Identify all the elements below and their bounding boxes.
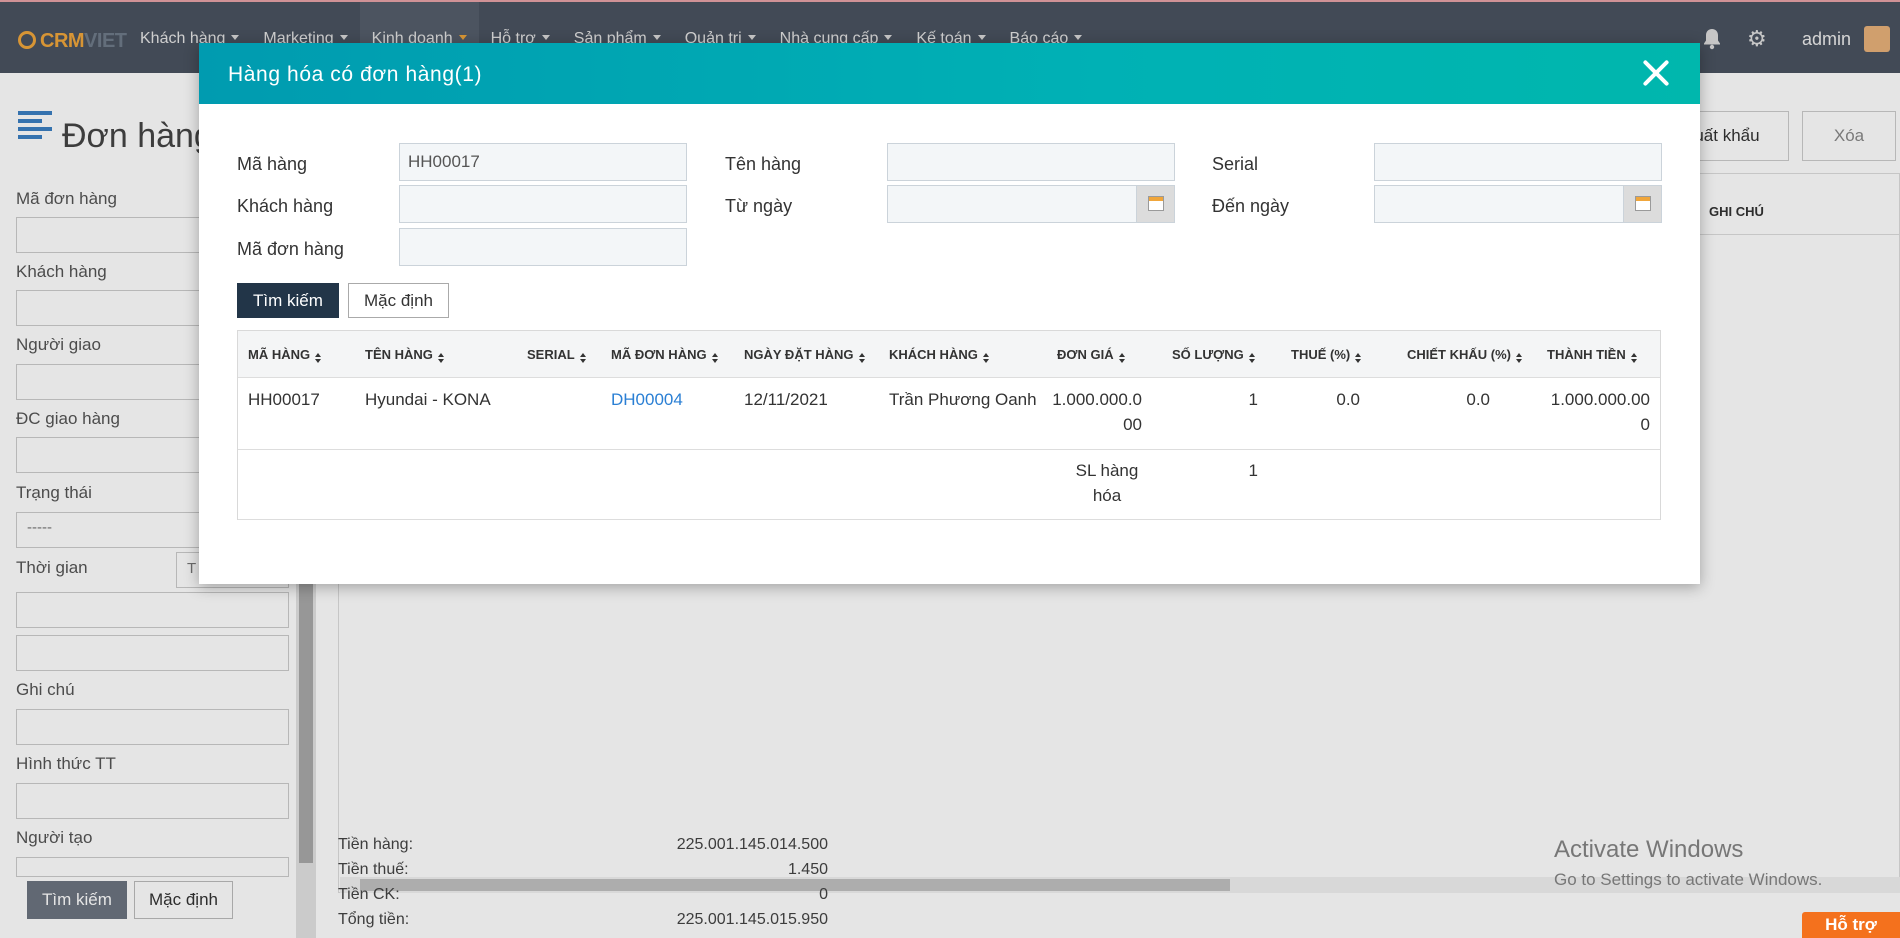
cell-so-luong: 1 [1248, 390, 1258, 409]
search-button[interactable]: Tìm kiếm [237, 283, 339, 318]
label-ten-hang: Tên hàng [725, 154, 802, 174]
input-ma-hang[interactable] [399, 143, 687, 181]
col-thanh-tien[interactable]: THÀNH TIỀN [1547, 331, 1637, 378]
input-den-ngay[interactable] [1374, 185, 1662, 223]
col-ngay-dat-hang[interactable]: NGÀY ĐẶT HÀNG [744, 331, 865, 378]
modal-header: Hàng hóa có đơn hàng(1) [199, 43, 1700, 104]
label-den-ngay: Đến ngày [1212, 196, 1290, 216]
col-don-gia[interactable]: ĐƠN GIÁ [1057, 331, 1125, 378]
label-khach-hang: Khách hàng [237, 196, 334, 216]
col-ma-hang[interactable]: MÃ HÀNG [248, 331, 322, 378]
cell-ma-hang: HH00017 [248, 390, 320, 409]
col-ten-hang[interactable]: TÊN HÀNG [365, 331, 444, 378]
col-ma-don-hang[interactable]: MÃ ĐƠN HÀNG [611, 331, 718, 378]
windows-activation-watermark: Activate Windows Go to Settings to activ… [1554, 836, 1823, 889]
col-so-luong[interactable]: SỐ LƯỢNG [1172, 331, 1255, 378]
cell-don-gia: 1.000.000.0 00 [1052, 390, 1142, 434]
summary-label: SL hàng hóa [1075, 461, 1139, 505]
modal-title: Hàng hóa có đơn hàng(1) [228, 63, 483, 86]
default-button[interactable]: Mặc định [348, 283, 449, 318]
cell-ma-don-hang-link[interactable]: DH00004 [611, 387, 683, 412]
support-button[interactable]: Hỗ trợ [1802, 912, 1900, 938]
col-chiet-khau[interactable]: CHIẾT KHẤU (%) [1407, 331, 1522, 378]
cell-chiet-khau: 0.0 [1466, 390, 1490, 409]
label-ma-don-hang: Mã đơn hàng [237, 239, 344, 259]
label-ma-hang: Mã hàng [237, 154, 308, 174]
results-table: MÃ HÀNG TÊN HÀNG SERIAL MÃ ĐƠN HÀNG NGÀY… [237, 330, 1661, 520]
cell-thue: 0.0 [1336, 390, 1360, 409]
cell-ngay-dat-hang: 12/11/2021 [744, 390, 828, 409]
calendar-icon[interactable] [1623, 186, 1661, 222]
close-icon[interactable] [1640, 57, 1672, 89]
input-khach-hang[interactable] [399, 185, 687, 223]
cell-khach-hang: Trần Phương Oanh [889, 390, 1037, 409]
summary-value: 1 [1248, 461, 1258, 480]
col-serial[interactable]: SERIAL [527, 331, 586, 378]
products-with-orders-modal: Hàng hóa có đơn hàng(1) Mã hàng Tên hàng… [199, 43, 1700, 584]
input-serial[interactable] [1374, 143, 1662, 181]
calendar-icon[interactable] [1136, 186, 1174, 222]
col-thue[interactable]: THUẾ (%) [1291, 331, 1362, 378]
input-ten-hang[interactable] [887, 143, 1175, 181]
col-khach-hang[interactable]: KHÁCH HÀNG [889, 331, 989, 378]
label-serial: Serial [1212, 154, 1259, 174]
cell-thanh-tien: 1.000.000.00 0 [1550, 390, 1650, 434]
label-tu-ngay: Từ ngày [725, 196, 793, 216]
cell-ten-hang: Hyundai - KONA [365, 390, 491, 409]
input-ma-don-hang[interactable] [399, 228, 687, 266]
input-tu-ngay[interactable] [887, 185, 1175, 223]
